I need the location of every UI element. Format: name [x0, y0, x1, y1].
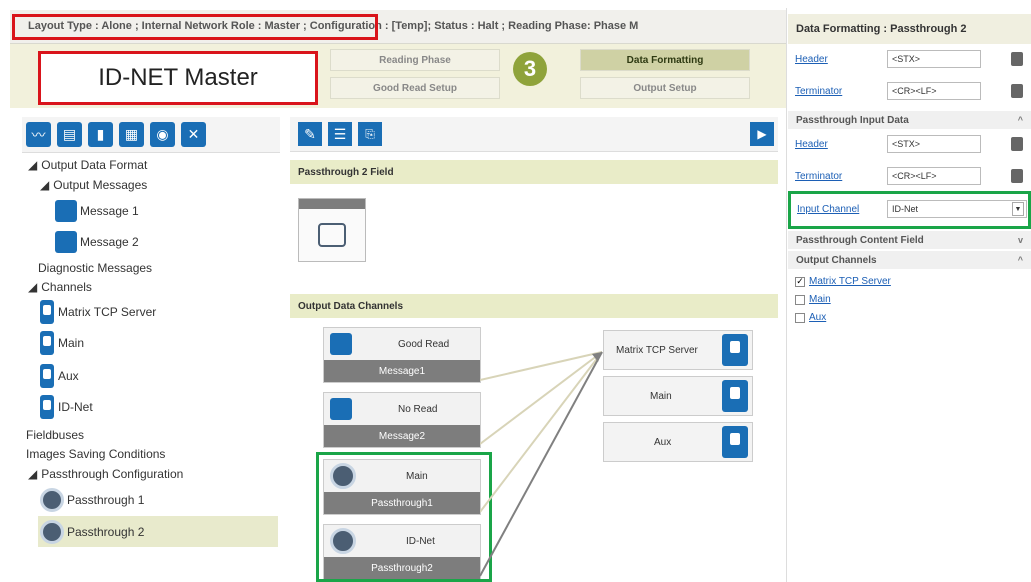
chevron-up-icon: ^	[1017, 115, 1023, 125]
tree-message-2[interactable]: Message 2	[55, 227, 139, 257]
good-read-setup-button[interactable]: Good Read Setup	[330, 77, 500, 99]
field-icon	[318, 223, 346, 247]
channel-icon	[722, 380, 748, 412]
header-field-2[interactable]: <STX>	[887, 135, 981, 153]
tree-passthrough-2[interactable]: Passthrough 2	[40, 517, 144, 547]
output-matrix-tcp-server[interactable]: Matrix TCP Server	[603, 330, 753, 370]
output-main[interactable]: Main	[603, 376, 753, 416]
tree-passthrough-1[interactable]: Passthrough 1	[40, 485, 144, 515]
channel-icon[interactable]: ▮	[88, 122, 113, 147]
tree-message-1[interactable]: Message 1	[55, 196, 139, 226]
header-link[interactable]: Header	[795, 54, 828, 65]
output-setup-button[interactable]: Output Setup	[580, 77, 750, 99]
checkbox-checked[interactable]: ✓	[795, 276, 805, 287]
header-link-2[interactable]: Header	[795, 139, 828, 150]
section-output-channels[interactable]: Output Channels ^	[788, 251, 1031, 269]
highlight-layout-type	[12, 14, 378, 40]
tree-output-messages[interactable]: ◢ Output Messages	[40, 175, 147, 195]
tree-aux[interactable]: Aux	[40, 361, 79, 391]
pulse-icon[interactable]: 〰	[26, 122, 51, 147]
passthrough-icon	[40, 488, 64, 512]
terminator-link-2[interactable]: Terminator	[795, 171, 842, 182]
section-passthrough-input-data[interactable]: Passthrough Input Data ^	[788, 111, 1031, 129]
field-tile[interactable]	[298, 198, 366, 262]
passthrough-icon[interactable]: ◉	[150, 122, 175, 147]
header-field[interactable]: <STX>	[887, 50, 981, 68]
list-icon[interactable]: ☰	[328, 122, 352, 146]
chevron-down-icon: v	[1017, 235, 1023, 245]
section-passthrough-content-field[interactable]: Passthrough Content Field v	[788, 231, 1031, 249]
output-channel-aux[interactable]: Aux	[795, 312, 826, 323]
output-channel-matrix-tcp[interactable]: ✓ Matrix TCP Server	[795, 276, 891, 287]
export-icon[interactable]: ⎘	[358, 122, 382, 146]
output-aux[interactable]: Aux	[603, 422, 753, 462]
message-add-icon[interactable]: ▤	[57, 122, 82, 147]
tree-id-net[interactable]: ID-Net	[40, 392, 93, 422]
connection-lines	[480, 351, 603, 577]
message-icon	[330, 398, 352, 420]
tree-channels[interactable]: ◢ Channels	[28, 277, 92, 297]
tree-diagnostic-messages[interactable]: Diagnostic Messages	[38, 258, 152, 278]
edit-icon[interactable]	[1011, 52, 1023, 66]
terminator-field[interactable]: <CR><LF>	[887, 82, 981, 100]
terminator-field-2[interactable]: <CR><LF>	[887, 167, 981, 185]
edit-icon[interactable]	[1011, 137, 1023, 151]
output-channel-main[interactable]: Main	[795, 294, 831, 305]
terminator-link[interactable]: Terminator	[795, 86, 842, 97]
channel-icon	[722, 334, 748, 366]
tree-matrix-tcp-server[interactable]: Matrix TCP Server	[40, 297, 156, 327]
edit-icon[interactable]: ✎	[298, 122, 322, 146]
edit-icon[interactable]	[1011, 169, 1023, 183]
chevron-up-icon: ^	[1017, 255, 1023, 265]
channel-icon	[40, 395, 54, 419]
message-box-good-read[interactable]: Good Read Message1	[323, 327, 481, 383]
message-box-no-read[interactable]: No Read Message2	[323, 392, 481, 448]
passthrough2-field-header: Passthrough 2 Field	[290, 160, 778, 184]
tree-output-data-format[interactable]: ◢ Output Data Format	[28, 155, 147, 175]
channel-icon	[40, 364, 54, 388]
edit-icon[interactable]	[1011, 84, 1023, 98]
highlight-input-channel	[788, 191, 1031, 229]
message-icon	[55, 200, 77, 222]
message-icon	[55, 231, 77, 253]
checkbox[interactable]	[795, 294, 805, 305]
reading-phase-button[interactable]: Reading Phase	[330, 49, 500, 71]
channel-icon	[40, 331, 54, 355]
message-icon	[330, 333, 352, 355]
device-title: ID-NET Master	[38, 51, 318, 105]
step-number-badge: 3	[513, 52, 547, 86]
close-icon[interactable]: ✕	[181, 122, 206, 147]
passthrough-icon	[40, 520, 64, 544]
channel-icon	[40, 300, 54, 324]
left-toolbar: 〰 ▤ ▮ ▦ ◉ ✕	[22, 117, 280, 153]
tree-fieldbuses[interactable]: Fieldbuses	[26, 425, 84, 445]
play-icon[interactable]: ▶	[750, 122, 774, 146]
output-data-channels-header: Output Data Channels	[290, 294, 778, 318]
document-icon[interactable]: ▦	[119, 122, 144, 147]
tree-passthrough-configuration[interactable]: ◢ Passthrough Configuration	[28, 464, 183, 484]
data-formatting-button[interactable]: Data Formatting	[580, 49, 750, 71]
channel-icon	[722, 426, 748, 458]
highlight-passthrough-group	[316, 452, 492, 582]
checkbox[interactable]	[795, 312, 805, 323]
properties-title: Data Formatting : Passthrough 2	[788, 14, 1031, 44]
tree-main[interactable]: Main	[40, 328, 84, 358]
tree-images-saving[interactable]: Images Saving Conditions	[26, 444, 165, 464]
